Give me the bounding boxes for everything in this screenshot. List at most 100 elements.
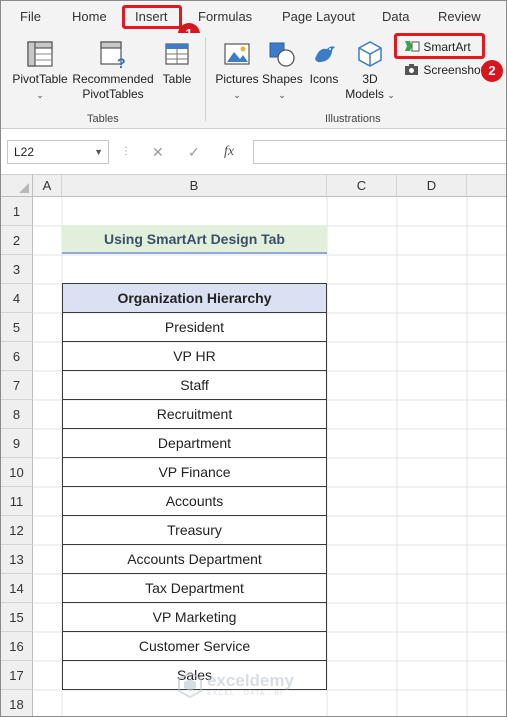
table-row: VP Marketing [62, 602, 327, 632]
name-box-value: L22 [14, 145, 35, 159]
insert-highlight-box [122, 5, 182, 29]
pivottable-button[interactable]: PivotTable ⌄ [11, 39, 69, 103]
table-row: VP Finance [62, 457, 327, 487]
table-cell[interactable]: Accounts Department [62, 544, 327, 574]
row-header[interactable]: 18 [1, 690, 33, 716]
icons-button[interactable]: Icons [305, 39, 343, 87]
row-header[interactable]: 8 [1, 400, 33, 429]
row-header[interactable]: 11 [1, 487, 33, 516]
row-header[interactable]: 12 [1, 516, 33, 545]
recommended-pivottables-label-2: PivotTables [82, 87, 144, 101]
screenshot-button[interactable]: Screenshot [404, 61, 484, 79]
table-row: VP HR [62, 341, 327, 371]
3d-models-label-2: Models [345, 87, 384, 101]
pivottable-icon [27, 41, 53, 67]
pivottable-label: PivotTable [12, 72, 68, 86]
row-header[interactable]: 7 [1, 371, 33, 400]
pictures-button[interactable]: Pictures ⌄ [214, 39, 260, 103]
icons-bird-icon [315, 46, 335, 63]
3d-models-button[interactable]: 3D Models ⌄ [345, 39, 395, 103]
row-header[interactable]: 5 [1, 313, 33, 342]
row-header[interactable]: 17 [1, 661, 33, 690]
exceldemy-logo-icon [178, 672, 202, 698]
name-box[interactable]: L22 ▼ [7, 140, 109, 164]
recommended-pivottables-icon: ? [100, 41, 126, 69]
row-header[interactable]: 9 [1, 429, 33, 458]
recommended-pivottables-button[interactable]: ? Recommended PivotTables [71, 39, 155, 102]
row-header[interactable]: 2 [1, 226, 33, 255]
tables-group-label: Tables [87, 113, 119, 125]
insert-function-icon[interactable]: fx [224, 140, 234, 164]
pictures-icon [224, 43, 250, 65]
pictures-label: Pictures [215, 72, 259, 86]
table-cell[interactable]: Tax Department [62, 573, 327, 603]
step-2-badge: 2 [481, 60, 503, 82]
column-header-d[interactable]: D [397, 175, 467, 197]
table-header-cell[interactable]: Organization Hierarchy [62, 283, 327, 313]
row-header[interactable]: 13 [1, 545, 33, 574]
row-header[interactable]: 15 [1, 603, 33, 632]
name-box-dropdown-icon[interactable]: ▼ [94, 141, 103, 163]
watermark-name: exceldemy [207, 671, 294, 690]
chevron-down-icon: ⌄ [233, 90, 241, 100]
sheet-title-cell[interactable]: Using SmartArt Design Tab [62, 225, 327, 254]
table-cell[interactable]: VP Finance [62, 457, 327, 487]
column-header-c[interactable]: C [327, 175, 397, 197]
table-row: Staff [62, 370, 327, 400]
table-cell[interactable]: VP Marketing [62, 602, 327, 632]
shapes-button[interactable]: Shapes ⌄ [262, 39, 303, 103]
table-row: Accounts [62, 486, 327, 516]
recommended-pivottables-label-1: Recommended [72, 72, 154, 86]
row-header[interactable]: 16 [1, 632, 33, 661]
smartart-highlight-box [394, 33, 485, 59]
tab-review[interactable]: Review [438, 8, 481, 26]
table-cell[interactable]: President [62, 312, 327, 342]
table-cell[interactable]: Staff [62, 370, 327, 400]
table-icon [165, 43, 189, 65]
ribbon-insert-panel: PivotTable ⌄ ? Recommended PivotTables T… [1, 33, 506, 129]
table-button[interactable]: Table [158, 39, 196, 87]
table-row: Customer Service [62, 631, 327, 661]
row-header[interactable]: 6 [1, 342, 33, 371]
row-header[interactable]: 10 [1, 458, 33, 487]
formula-bar: L22 ▼ ⋮ ✕ ✓ fx [1, 129, 506, 175]
table-cell[interactable]: Recruitment [62, 399, 327, 429]
illustrations-group-label: Illustrations [325, 113, 381, 125]
tab-home[interactable]: Home [72, 8, 107, 26]
icons-label: Icons [309, 72, 339, 86]
select-all-corner[interactable] [1, 175, 33, 197]
column-header-a[interactable]: A [33, 175, 62, 197]
cancel-icon[interactable]: ✕ [152, 140, 164, 164]
table-cell[interactable]: Treasury [62, 515, 327, 545]
table-row: Department [62, 428, 327, 458]
exceldemy-watermark: exceldemy EXCEL · DATA · BI [177, 671, 327, 699]
screenshot-label: Screenshot [423, 63, 485, 77]
column-header-b[interactable]: B [62, 175, 327, 197]
svg-text:?: ? [117, 55, 126, 69]
chevron-down-icon: ⌄ [278, 90, 286, 100]
formula-input[interactable] [253, 140, 506, 164]
row-header[interactable]: 14 [1, 574, 33, 603]
tab-file[interactable]: File [20, 8, 41, 26]
table-cell[interactable]: Customer Service [62, 631, 327, 661]
worksheet-grid[interactable]: A B C D 1 2 3 4 5 6 7 8 9 10 11 12 13 14 15 16 17 18 Usin… [1, 175, 506, 716]
row-header[interactable]: 1 [1, 197, 33, 226]
row-header[interactable]: 3 [1, 255, 33, 284]
table-row: Accounts Department [62, 544, 327, 574]
table-row: Recruitment [62, 399, 327, 429]
tab-data[interactable]: Data [382, 8, 409, 26]
formula-bar-grip-icon: ⋮ [121, 146, 131, 157]
table-cell[interactable]: Department [62, 428, 327, 458]
watermark-tagline: EXCEL · DATA · BI [207, 690, 283, 697]
table-cell[interactable]: VP HR [62, 341, 327, 371]
table-row: Tax Department [62, 573, 327, 603]
excel-window: File Home Insert Formulas Page Layout Da… [0, 0, 507, 717]
enter-icon[interactable]: ✓ [188, 140, 200, 164]
table-label: Table [162, 72, 192, 86]
column-header-e[interactable] [467, 175, 506, 197]
table-cell[interactable]: Accounts [62, 486, 327, 516]
tab-page-layout[interactable]: Page Layout [282, 8, 355, 26]
tab-formulas[interactable]: Formulas [198, 8, 252, 26]
row-header[interactable]: 4 [1, 284, 33, 313]
camera-icon [405, 64, 418, 75]
